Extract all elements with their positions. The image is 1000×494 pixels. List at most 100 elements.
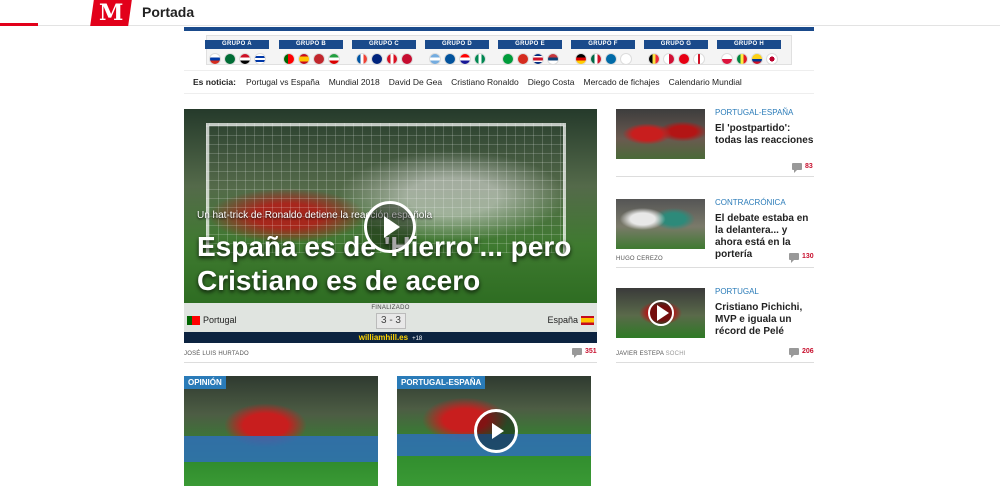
sidebar-thumb-1[interactable]: [616, 109, 705, 159]
match-score: 3 - 3: [376, 313, 406, 329]
comment-icon: [789, 253, 799, 263]
ar-flag-icon[interactable]: [428, 53, 441, 65]
opinion-card[interactable]: OPINIÓN: [184, 376, 378, 486]
trending-link[interactable]: Portugal vs España: [246, 77, 320, 87]
kr-flag-icon[interactable]: [619, 53, 632, 65]
comment-icon: [789, 348, 799, 358]
ma-flag-icon[interactable]: [312, 53, 325, 65]
group-name[interactable]: GRUPO B: [279, 40, 343, 49]
ir-flag-icon[interactable]: [327, 53, 340, 65]
mx-flag-icon[interactable]: [589, 53, 602, 65]
portugal-flag-icon: [187, 315, 200, 325]
sponsor-banner[interactable]: williamhill.es +18: [184, 332, 597, 343]
sidebar-comments-1[interactable]: 83: [792, 163, 813, 173]
comment-count: 83: [805, 163, 813, 170]
hero-comments[interactable]: 351: [572, 348, 597, 358]
sidebar-byline-3[interactable]: JAVIER ESTEPA SOCHI: [616, 351, 686, 357]
trending-link[interactable]: Mercado de fichajes: [584, 77, 660, 87]
sidebar-thumb-2[interactable]: [616, 199, 705, 249]
group-4[interactable]: GRUPO D: [425, 40, 489, 66]
sidebar-byline-2[interactable]: HUGO CEREZO: [616, 256, 663, 262]
group-name[interactable]: GRUPO C: [352, 40, 416, 49]
sidebar-title-3[interactable]: Cristiano Pichichi, MVP e iguala un réco…: [715, 302, 815, 338]
group-1[interactable]: GRUPO A: [205, 40, 269, 66]
sidebar-comments-2[interactable]: 130: [789, 253, 814, 263]
ru-flag-icon[interactable]: [208, 53, 221, 65]
play-video-icon[interactable]: [648, 300, 674, 326]
group-flags: [352, 53, 416, 65]
group-3[interactable]: GRUPO C: [352, 40, 416, 66]
group-7[interactable]: GRUPO G: [644, 40, 708, 66]
trending-link[interactable]: Cristiano Ronaldo: [451, 77, 519, 87]
card-tag-opinion[interactable]: OPINIÓN: [184, 376, 226, 389]
sidebar-title-1[interactable]: El 'postpartido': todas las reacciones: [715, 123, 815, 147]
play-video-icon[interactable]: [364, 201, 416, 253]
group-flags: [279, 53, 343, 65]
byline-author: JAVIER ESTEPA: [616, 351, 664, 357]
spain-flag-icon: [581, 315, 594, 325]
fr-flag-icon[interactable]: [355, 53, 368, 65]
group-name[interactable]: GRUPO E: [498, 40, 562, 49]
group-name[interactable]: GRUPO D: [425, 40, 489, 49]
es-flag-icon[interactable]: [297, 53, 310, 65]
group-flags: [425, 53, 489, 65]
rs-flag-icon[interactable]: [546, 53, 559, 65]
pl-flag-icon[interactable]: [720, 53, 733, 65]
divider: [616, 362, 814, 363]
group-5[interactable]: GRUPO E: [498, 40, 562, 66]
sidebar-category-1[interactable]: PORTUGAL-ESPAÑA: [715, 108, 793, 117]
sidebar-thumb-3[interactable]: [616, 288, 705, 338]
tn-flag-icon[interactable]: [677, 53, 690, 65]
trending-link[interactable]: Mundial 2018: [329, 77, 380, 87]
group-flags: [717, 53, 781, 65]
top-header: M Portada: [0, 0, 1000, 26]
hero-byline[interactable]: JOSÉ LUIS HURTADO: [184, 351, 249, 357]
sa-flag-icon[interactable]: [223, 53, 236, 65]
play-video-icon[interactable]: [474, 409, 518, 453]
br-flag-icon[interactable]: [501, 53, 514, 65]
jp-flag-icon[interactable]: [765, 53, 778, 65]
ng-flag-icon[interactable]: [473, 53, 486, 65]
scoreboard[interactable]: FINALIZADO Portugal 3 - 3 España: [184, 303, 597, 332]
comment-count: 351: [585, 348, 597, 355]
card-tag-portugal-espana[interactable]: PORTUGAL-ESPAÑA: [397, 376, 486, 389]
de-flag-icon[interactable]: [574, 53, 587, 65]
sidebar-category-2[interactable]: CONTRACRÓNICA: [715, 198, 786, 207]
sidebar-comments-3[interactable]: 206: [789, 348, 814, 358]
pt-flag-icon[interactable]: [282, 53, 295, 65]
au-flag-icon[interactable]: [370, 53, 383, 65]
co-flag-icon[interactable]: [750, 53, 763, 65]
be-flag-icon[interactable]: [647, 53, 660, 65]
sn-flag-icon[interactable]: [735, 53, 748, 65]
marca-logo[interactable]: M: [90, 0, 132, 26]
hero-article[interactable]: Un hat-trick de Ronaldo detiene la reacc…: [184, 109, 597, 343]
comment-count: 206: [802, 348, 814, 355]
pe-flag-icon[interactable]: [385, 53, 398, 65]
dk-flag-icon[interactable]: [400, 53, 413, 65]
is-flag-icon[interactable]: [443, 53, 456, 65]
se-flag-icon[interactable]: [604, 53, 617, 65]
uy-flag-icon[interactable]: [253, 53, 266, 65]
ch-flag-icon[interactable]: [516, 53, 529, 65]
group-name[interactable]: GRUPO A: [205, 40, 269, 49]
away-team-name: España: [547, 315, 578, 325]
cr-flag-icon[interactable]: [531, 53, 544, 65]
hr-flag-icon[interactable]: [458, 53, 471, 65]
group-2[interactable]: GRUPO B: [279, 40, 343, 66]
group-6[interactable]: GRUPO F: [571, 40, 635, 66]
group-flags: [205, 53, 269, 65]
group-flags: [571, 53, 635, 65]
video-card[interactable]: PORTUGAL-ESPAÑA: [397, 376, 591, 486]
pa-flag-icon[interactable]: [662, 53, 675, 65]
group-8[interactable]: GRUPO H: [717, 40, 781, 66]
divider: [184, 362, 597, 363]
trending-link[interactable]: David De Gea: [389, 77, 442, 87]
en-flag-icon[interactable]: [692, 53, 705, 65]
group-name[interactable]: GRUPO F: [571, 40, 635, 49]
eg-flag-icon[interactable]: [238, 53, 251, 65]
group-name[interactable]: GRUPO G: [644, 40, 708, 49]
group-name[interactable]: GRUPO H: [717, 40, 781, 49]
sidebar-category-3[interactable]: PORTUGAL: [715, 287, 759, 296]
trending-link[interactable]: Diego Costa: [528, 77, 575, 87]
trending-link[interactable]: Calendario Mundial: [669, 77, 742, 87]
